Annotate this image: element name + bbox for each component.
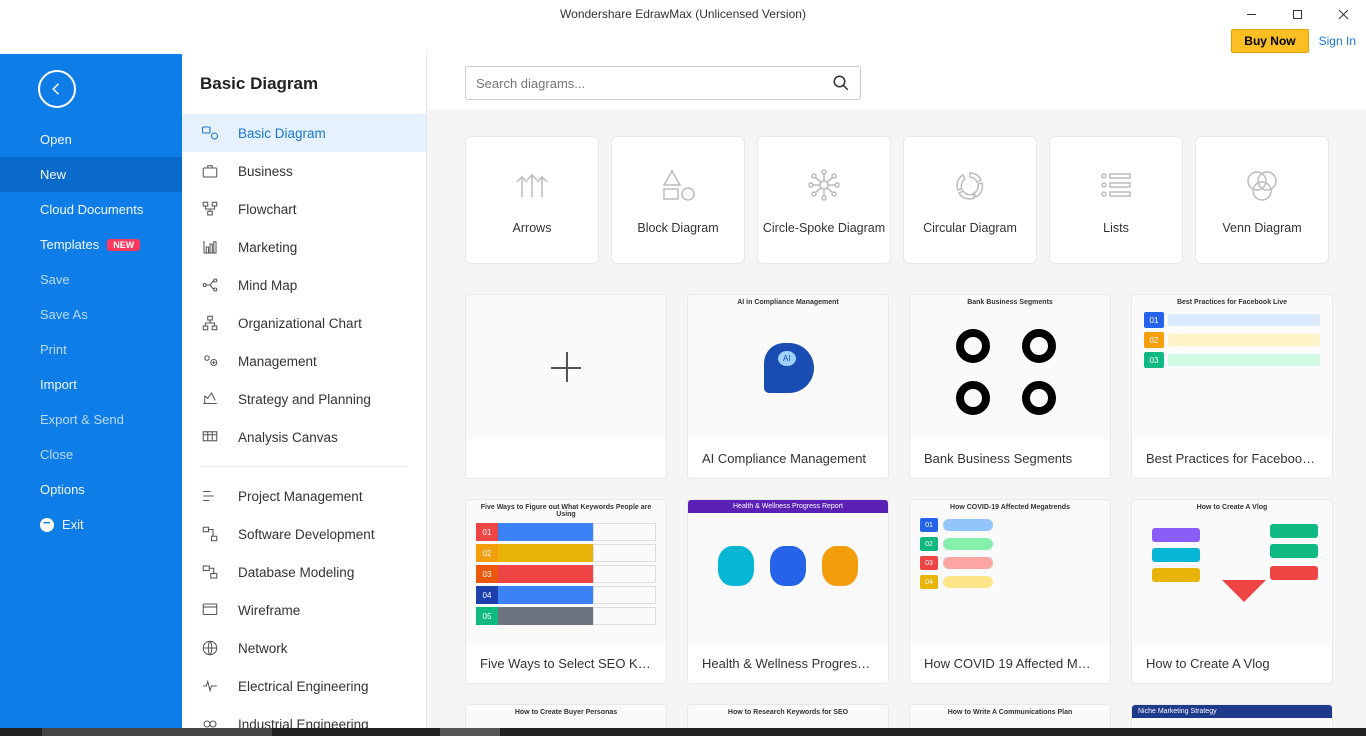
cat-flowchart[interactable]: Flowchart <box>182 190 426 228</box>
rail-options[interactable]: Options <box>0 472 182 507</box>
user-bar: Buy Now Sign In <box>0 28 1366 54</box>
close-button[interactable] <box>1320 0 1366 28</box>
rail-print[interactable]: Print <box>0 332 182 367</box>
cat-strategy[interactable]: Strategy and Planning <box>182 380 426 418</box>
type-arrows[interactable]: Arrows <box>465 136 599 264</box>
content-scroll[interactable]: Arrows Block Diagram Circle-Spoke Diagra… <box>427 110 1366 736</box>
rail-export[interactable]: Export & Send <box>0 402 182 437</box>
strategy-icon <box>200 389 220 409</box>
cat-mind-map[interactable]: Mind Map <box>182 266 426 304</box>
template-facebook-live[interactable]: Best Practices for Facebook Live 01 02 0… <box>1131 294 1333 479</box>
search-box[interactable] <box>465 66 861 100</box>
cat-analysis-canvas[interactable]: Analysis Canvas <box>182 418 426 456</box>
circular-icon <box>948 165 992 205</box>
chart-icon <box>200 237 220 257</box>
cat-electrical[interactable]: Electrical Engineering <box>182 667 426 705</box>
cat-wireframe[interactable]: Wireframe <box>182 591 426 629</box>
electrical-icon <box>200 676 220 696</box>
spoke-icon <box>802 165 846 205</box>
template-health-wellness[interactable]: Health & Wellness Progress Report Health… <box>687 499 889 684</box>
category-heading: Basic Diagram <box>182 54 426 114</box>
template-grid: AI in Compliance Management AI Complianc… <box>465 294 1366 736</box>
template-ai-compliance[interactable]: AI in Compliance Management AI Complianc… <box>687 294 889 479</box>
template-bank-segments[interactable]: Bank Business Segments Bank Business Seg… <box>909 294 1111 479</box>
rail-save[interactable]: Save <box>0 262 182 297</box>
org-chart-icon <box>200 313 220 333</box>
maximize-button[interactable] <box>1274 0 1320 28</box>
uml-icon <box>200 524 220 544</box>
mindmap-icon <box>200 275 220 295</box>
main-area: Arrows Block Diagram Circle-Spoke Diagra… <box>427 54 1366 736</box>
gantt-icon <box>200 486 220 506</box>
new-badge: NEW <box>107 239 140 251</box>
buy-now-button[interactable]: Buy Now <box>1231 29 1308 53</box>
exit-icon <box>40 518 54 532</box>
template-blank[interactable] <box>465 294 667 479</box>
cat-project-management[interactable]: Project Management <box>182 477 426 515</box>
cat-software-dev[interactable]: Software Development <box>182 515 426 553</box>
app-title: Wondershare EdrawMax (Unlicensed Version… <box>560 7 806 21</box>
gear-people-icon <box>200 351 220 371</box>
rail-new[interactable]: New <box>0 157 182 192</box>
rail-cloud-documents[interactable]: Cloud Documents <box>0 192 182 227</box>
network-icon <box>200 638 220 658</box>
type-venn-diagram[interactable]: Venn Diagram <box>1195 136 1329 264</box>
window-controls <box>1228 0 1366 28</box>
taskbar <box>0 728 1366 736</box>
canvas-icon <box>200 427 220 447</box>
search-wrap <box>427 54 1366 110</box>
type-circle-spoke[interactable]: Circle-Spoke Diagram <box>757 136 891 264</box>
rail-save-as[interactable]: Save As <box>0 297 182 332</box>
sidebar-rail: Open New Cloud Documents TemplatesNEW Sa… <box>0 54 182 736</box>
basic-diagram-icon <box>200 123 220 143</box>
lists-icon <box>1094 165 1138 205</box>
search-input[interactable] <box>476 76 832 91</box>
cat-management[interactable]: Management <box>182 342 426 380</box>
cat-network[interactable]: Network <box>182 629 426 667</box>
rail-close[interactable]: Close <box>0 437 182 472</box>
template-create-vlog[interactable]: How to Create A Vlog How to Create A Vlo… <box>1131 499 1333 684</box>
titlebar: Wondershare EdrawMax (Unlicensed Version… <box>0 0 1366 28</box>
cat-basic-diagram[interactable]: Basic Diagram <box>182 114 426 152</box>
search-icon <box>832 74 850 92</box>
arrows-icon <box>510 165 554 205</box>
rail-import[interactable]: Import <box>0 367 182 402</box>
template-covid-megatrends[interactable]: How COVID-19 Affected Megatrends 01 02 0… <box>909 499 1111 684</box>
block-icon <box>656 165 700 205</box>
rail-open[interactable]: Open <box>0 122 182 157</box>
type-block-diagram[interactable]: Block Diagram <box>611 136 745 264</box>
type-lists[interactable]: Lists <box>1049 136 1183 264</box>
cat-org-chart[interactable]: Organizational Chart <box>182 304 426 342</box>
cat-marketing[interactable]: Marketing <box>182 228 426 266</box>
flowchart-icon <box>200 199 220 219</box>
template-seo-keywords[interactable]: Five Ways to Figure out What Keywords Pe… <box>465 499 667 684</box>
category-panel: Basic Diagram Basic Diagram Business Flo… <box>182 54 427 736</box>
category-divider <box>200 466 408 467</box>
wireframe-icon <box>200 600 220 620</box>
cat-database[interactable]: Database Modeling <box>182 553 426 591</box>
diagram-type-row: Arrows Block Diagram Circle-Spoke Diagra… <box>465 110 1366 294</box>
briefcase-icon <box>200 161 220 181</box>
cat-business[interactable]: Business <box>182 152 426 190</box>
venn-icon <box>1240 165 1284 205</box>
sign-in-link[interactable]: Sign In <box>1319 34 1356 48</box>
rail-exit[interactable]: Exit <box>0 507 182 542</box>
type-circular-diagram[interactable]: Circular Diagram <box>903 136 1037 264</box>
database-icon <box>200 562 220 582</box>
back-button[interactable] <box>38 70 76 108</box>
rail-templates[interactable]: TemplatesNEW <box>0 227 182 262</box>
minimize-button[interactable] <box>1228 0 1274 28</box>
